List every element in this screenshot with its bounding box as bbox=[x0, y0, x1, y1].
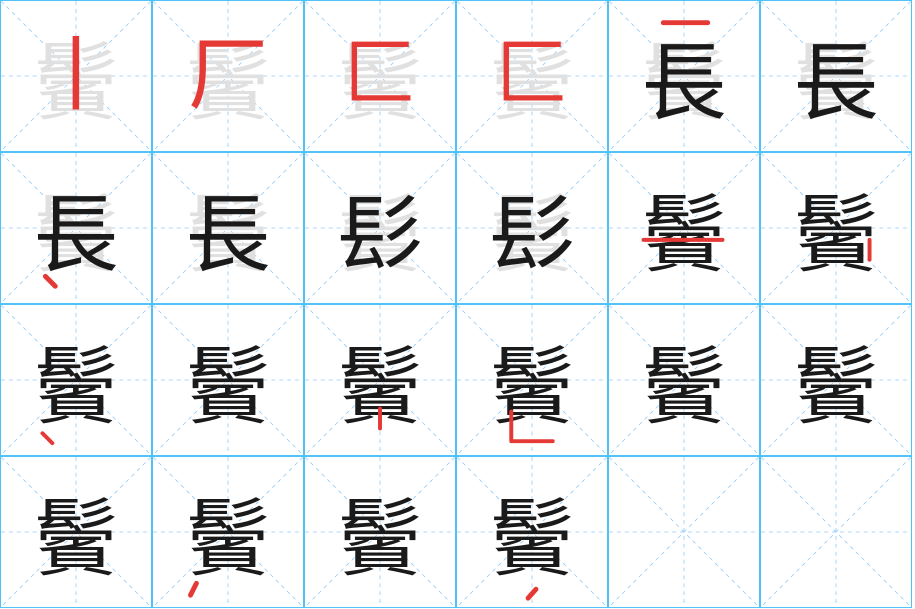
cell-15: 鬢 鬢 bbox=[304, 304, 456, 456]
char-wrapper-20: 鬢 鬢 bbox=[153, 457, 303, 607]
char-wrapper-7: 鬢 長 bbox=[1, 153, 151, 303]
fg-char-18: 鬢 bbox=[793, 319, 878, 442]
cell-20: 鬢 鬢 bbox=[152, 456, 304, 608]
cell-18: 鬢 鬢 bbox=[760, 304, 912, 456]
fg-char-17: 鬢 bbox=[641, 319, 726, 442]
cell-12: 鬢 鬢 bbox=[760, 152, 912, 304]
fg-char-6: 長 bbox=[793, 15, 878, 138]
fg-char-19: 鬢 bbox=[33, 471, 118, 594]
char-wrapper-8: 鬢 長 bbox=[153, 153, 303, 303]
char-wrapper-1: 鬢 丨 bbox=[1, 1, 151, 151]
cell-10: 鬢 髟 bbox=[456, 152, 608, 304]
char-wrapper-21: 鬢 鬢 bbox=[305, 457, 455, 607]
cell-24-empty bbox=[760, 456, 912, 608]
stroke-order-grid: 鬢 丨 鬢 厂 鬢 bbox=[0, 0, 915, 609]
char-wrapper-2: 鬢 厂 bbox=[153, 1, 303, 151]
cell-2: 鬢 厂 bbox=[152, 0, 304, 152]
cell-11: 鬢 鬢 bbox=[608, 152, 760, 304]
fg-char-3: 匚 bbox=[342, 12, 417, 121]
char-wrapper-19: 鬢 鬢 bbox=[1, 457, 151, 607]
cell-13: 鬢 鬢 bbox=[0, 304, 152, 456]
char-wrapper-10: 鬢 髟 bbox=[457, 153, 607, 303]
fg-char-8: 長 bbox=[185, 167, 270, 290]
char-wrapper-3: 鬢 匚 bbox=[305, 1, 455, 151]
char-wrapper-16: 鬢 鬢 bbox=[457, 305, 607, 455]
char-wrapper-14: 鬢 鬢 bbox=[153, 305, 303, 455]
cell-23-empty bbox=[608, 456, 760, 608]
cell-22: 鬢 鬢 bbox=[456, 456, 608, 608]
char-wrapper-18: 鬢 鬢 bbox=[761, 305, 911, 455]
char-wrapper-12: 鬢 鬢 bbox=[761, 153, 911, 303]
fg-char-21: 鬢 bbox=[337, 471, 422, 594]
char-wrapper-5: 鬢 長 bbox=[609, 1, 759, 151]
guide-lines-24 bbox=[761, 457, 911, 607]
char-wrapper-22: 鬢 鬢 bbox=[457, 457, 607, 607]
cell-21: 鬢 鬢 bbox=[304, 456, 456, 608]
char-wrapper-17: 鬢 鬢 bbox=[609, 305, 759, 455]
guide-lines-23 bbox=[609, 457, 759, 607]
fg-char-9: 髟 bbox=[337, 167, 422, 290]
cell-14: 鬢 鬢 bbox=[152, 304, 304, 456]
cell-5: 鬢 長 bbox=[608, 0, 760, 152]
cell-8: 鬢 長 bbox=[152, 152, 304, 304]
char-wrapper-15: 鬢 鬢 bbox=[305, 305, 455, 455]
char-wrapper-9: 鬢 髟 bbox=[305, 153, 455, 303]
char-wrapper-4: 鬢 匚 bbox=[457, 1, 607, 151]
cell-9: 鬢 髟 bbox=[304, 152, 456, 304]
cell-7: 鬢 長 bbox=[0, 152, 152, 304]
fg-char-14: 鬢 bbox=[185, 319, 270, 442]
cell-19: 鬢 鬢 bbox=[0, 456, 152, 608]
fg-char-10: 髟 bbox=[489, 167, 574, 290]
char-wrapper-11: 鬢 鬢 bbox=[609, 153, 759, 303]
fg-char-2: 厂 bbox=[188, 11, 268, 127]
cell-1: 鬢 丨 bbox=[0, 0, 152, 152]
cell-6: 鬢 長 bbox=[760, 0, 912, 152]
char-wrapper-13: 鬢 鬢 bbox=[1, 305, 151, 455]
char-wrapper-6: 鬢 長 bbox=[761, 1, 911, 151]
fg-char-1: 丨 bbox=[36, 11, 116, 127]
cell-16: 鬢 鬢 bbox=[456, 304, 608, 456]
cell-3: 鬢 匚 bbox=[304, 0, 456, 152]
cell-17: 鬢 鬢 bbox=[608, 304, 760, 456]
fg-char-4: 匚 bbox=[494, 12, 569, 121]
cell-4: 鬢 匚 bbox=[456, 0, 608, 152]
